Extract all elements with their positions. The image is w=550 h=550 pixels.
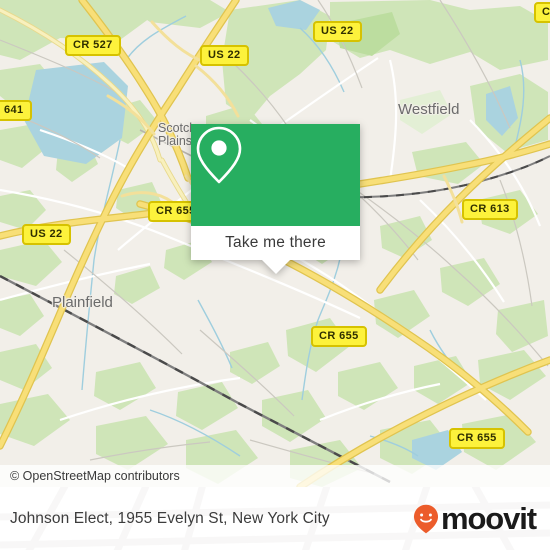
attribution-text: © OpenStreetMap contributors xyxy=(10,469,180,483)
map-attribution[interactable]: © OpenStreetMap contributors xyxy=(0,465,550,487)
shield-cr-top-right[interactable]: CR xyxy=(534,2,550,23)
shield-cr-655-center[interactable]: CR 655 xyxy=(311,326,367,347)
map-screenshot-page: Westfield Plainfield Scotch Plains CR 52… xyxy=(0,0,550,550)
shield-us-22-topright[interactable]: US 22 xyxy=(313,21,362,42)
shield-us-22-left[interactable]: US 22 xyxy=(22,224,71,245)
shield-cr-613-right[interactable]: CR 613 xyxy=(462,199,518,220)
map-canvas[interactable]: Westfield Plainfield Scotch Plains CR 52… xyxy=(0,0,550,487)
take-me-there-label: Take me there xyxy=(225,234,326,251)
moovit-wordmark: moovit xyxy=(440,500,537,536)
destination-popup[interactable]: Take me there xyxy=(191,124,360,274)
map-pin-icon xyxy=(196,126,242,184)
moovit-logo[interactable]: moovit xyxy=(413,500,537,536)
moovit-pin-icon xyxy=(413,504,438,533)
take-me-there-button[interactable]: Take me there xyxy=(191,226,360,260)
popup-tail xyxy=(261,260,290,274)
shield-us-22-topleft[interactable]: US 22 xyxy=(200,45,249,66)
popup-body xyxy=(191,124,360,226)
shield-cr-655-bottom[interactable]: CR 655 xyxy=(449,428,505,449)
shield-641-left[interactable]: 641 xyxy=(0,100,32,121)
page-footer: Johnson Elect, 1955 Evelyn St, New York … xyxy=(0,487,550,550)
location-title: Johnson Elect, 1955 Evelyn St, New York … xyxy=(10,509,330,527)
shield-cr-527-top[interactable]: CR 527 xyxy=(65,35,121,56)
